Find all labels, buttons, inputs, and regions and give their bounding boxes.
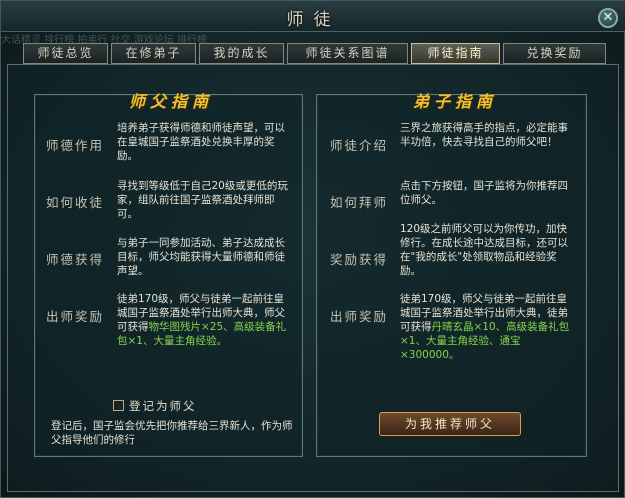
tab-exchange-rewards[interactable]: 兑换奖励 (503, 43, 606, 64)
disciple-row-desc: 点击下方按钮，国子监将为你推荐四位师父。 (400, 180, 568, 206)
window-title: 师徒 (286, 10, 341, 30)
disciple-row-label: 师徒介绍 (330, 138, 389, 153)
disciple-row-label: 出师奖励 (330, 309, 389, 324)
tab-current-disciples[interactable]: 在修弟子 (111, 43, 196, 64)
master-row-label: 师德获得 (46, 252, 105, 267)
master-row-label: 师德作用 (46, 138, 105, 153)
register-master-label[interactable]: 登记为师父 (129, 398, 197, 414)
tab-overview[interactable]: 师徒总览 (23, 43, 108, 64)
master-row-desc: 寻找到等级低于自己20级或更低的玩家，组队前往国子监祭酒处拜师即可。 (117, 180, 288, 220)
master-disciple-window: 师徒 ✕ 大话精灵 排行榜 拍卖行 社交 游戏论坛 排行榜 师徒总览 在修弟子 … (0, 0, 625, 498)
register-note: 登记后，国子监会优先把你推荐给三界新人，作为师父指导他们的修行 (51, 420, 293, 446)
master-row-desc: 培养弟子获得师德和师徒声望，可以在皇城国子监祭酒处兑换丰厚的奖励。 (117, 122, 285, 162)
recommend-master-button[interactable]: 为我推荐师父 (379, 412, 521, 436)
disciple-row-desc: 三界之旅获得高手的指点，必定能事半功倍，快去寻找自己的师父吧！ (400, 122, 568, 148)
disciple-row-label: 如何拜师 (330, 195, 389, 210)
disciple-row-label: 奖励获得 (330, 252, 389, 267)
master-guide-title: 师父指南 (129, 92, 214, 111)
tab-my-growth[interactable]: 我的成长 (199, 43, 284, 64)
close-icon[interactable]: ✕ (598, 8, 618, 28)
master-row-label: 出师奖励 (46, 309, 105, 324)
disciple-reward-desc: 徒弟170级，师父与徒弟一起前往皇城国子监祭酒处举行出师大典，徒弟可获得丹晴玄晶… (400, 292, 576, 362)
master-reward-desc: 徒弟170级，师父与徒弟一起前往皇城国子监祭酒处举行出师大典，师父可获得物华图残… (117, 292, 293, 348)
master-row-desc: 与弟子一同参加活动、弟子达成成长目标，师父均能获得大量师德和师徒声望。 (117, 237, 285, 277)
master-row-label: 如何收徒 (46, 195, 105, 210)
title-bar[interactable]: 师徒 ✕ (1, 1, 625, 32)
disciple-guide-title: 弟子指南 (413, 92, 498, 111)
tab-guide[interactable]: 师徒指南 (411, 43, 500, 64)
disciple-row-desc: 120级之前师父可以为你传功，加快修行。在成长途中达成目标，还可以在"我的成长"… (400, 223, 568, 277)
register-master-checkbox[interactable] (113, 400, 124, 411)
tab-relationship-graph[interactable]: 师徒关系图谱 (287, 43, 408, 64)
